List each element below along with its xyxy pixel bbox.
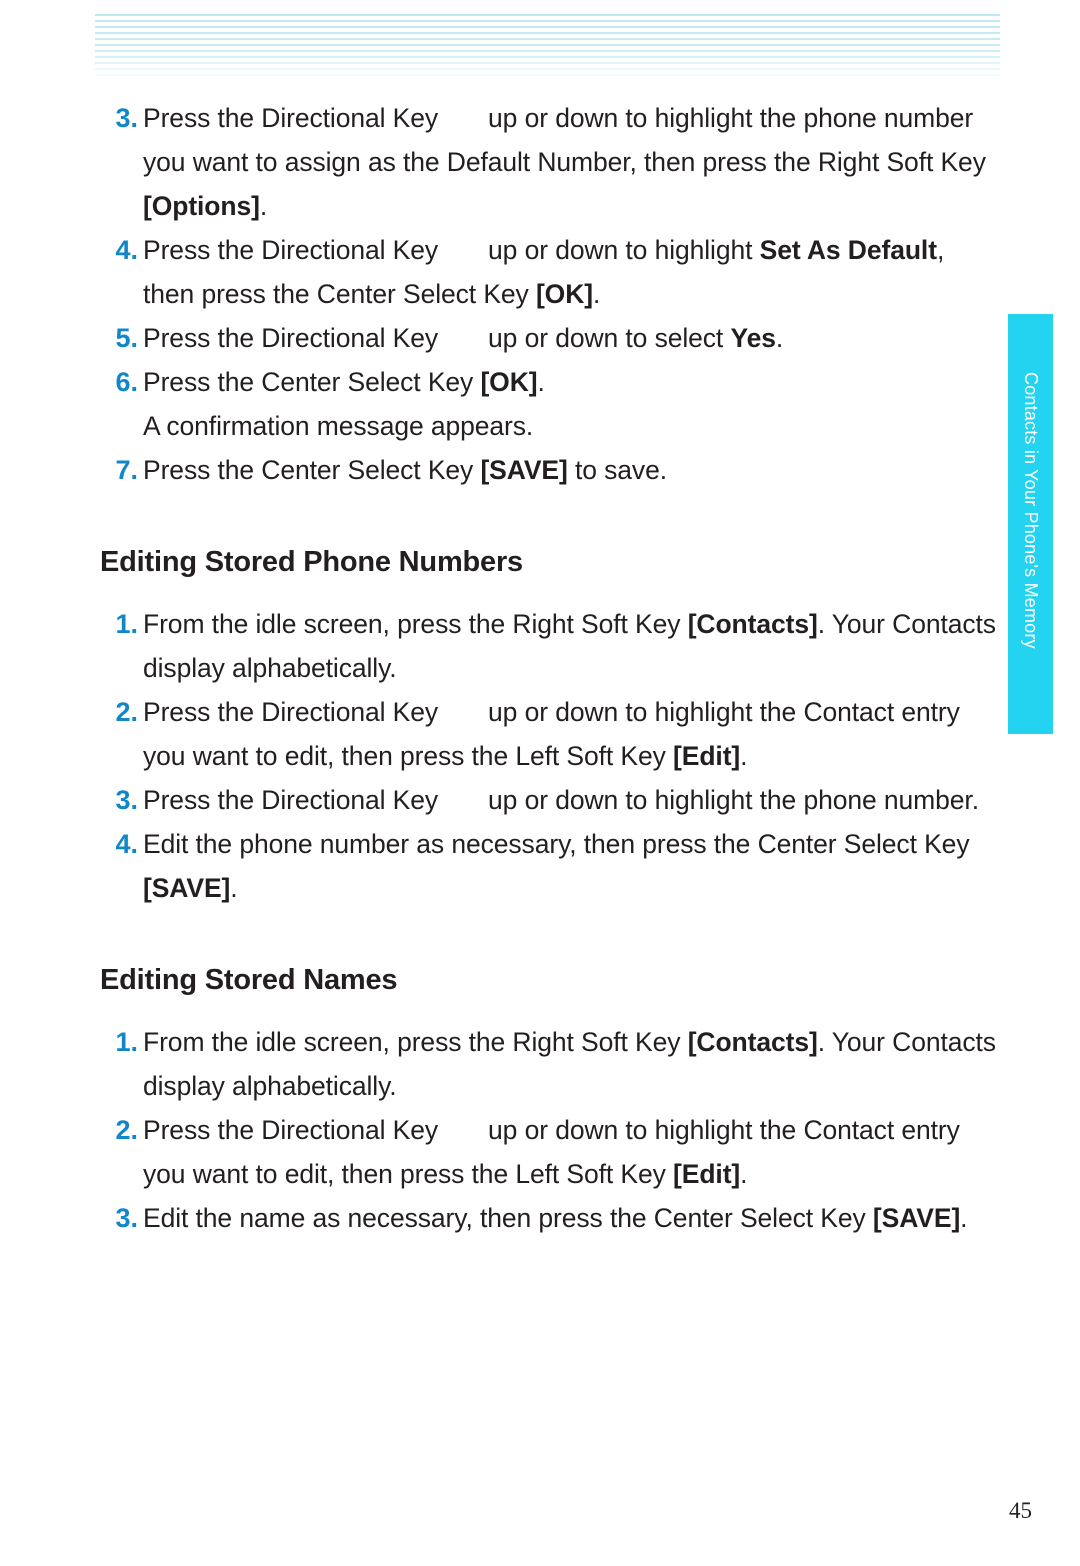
step-number: 1. <box>115 609 138 639</box>
numbered-step: 2. Press the Directional Key up or down to… <box>100 690 1000 778</box>
side-tab: Contacts in Your Phone's Memory <box>1008 314 1053 734</box>
text-run: From the idle screen, press the Right So… <box>143 1027 688 1057</box>
step-text: Press the Directional Key up or down to h… <box>143 96 1000 228</box>
step-number: 7. <box>115 455 138 485</box>
step-number: 5. <box>115 323 138 353</box>
step-text: Press the Directional Key up or down to h… <box>143 778 1000 822</box>
step-text: From the idle screen, press the Right So… <box>143 1020 1000 1108</box>
step-text: Press the Directional Key up or down to h… <box>143 690 1000 778</box>
step-number: 3. <box>115 785 138 815</box>
top-decorative-band <box>95 14 1000 76</box>
numbered-step: 7. Press the Center Select Key [SAVE] to … <box>100 448 1000 492</box>
text-run: Press the Directional Key <box>143 323 439 353</box>
step-number: 2. <box>115 697 138 727</box>
key-label: [Edit] <box>673 741 741 771</box>
text-run: A confirmation message appears. <box>143 411 534 441</box>
text-run: up or down to select <box>488 323 731 353</box>
numbered-step: 1. From the idle screen, press the Right … <box>100 1020 1000 1108</box>
side-tab-label: Contacts in Your Phone's Memory <box>1021 372 1041 649</box>
step-number: 2. <box>115 1115 138 1145</box>
heading-spacer <box>100 584 1000 602</box>
step-text: Press the Directional Key up or down to h… <box>143 1108 1000 1196</box>
step-number: 4. <box>115 829 138 859</box>
text-run: Press the Directional Key <box>143 103 439 133</box>
step-text: Press the Directional Key up or down to s… <box>143 316 1000 360</box>
key-label: [OK] <box>480 367 538 397</box>
numbered-step: 2. Press the Directional Key up or down to… <box>100 1108 1000 1196</box>
text-run: . <box>775 323 784 353</box>
text-run: Press the Directional Key <box>143 697 439 727</box>
document-content: 3. Press the Directional Key up or down to… <box>100 96 1000 1240</box>
key-label: [Contacts] <box>687 1027 818 1057</box>
step-text: Press the Center Select Key [OK]. <box>143 360 1000 404</box>
document-page: Contacts in Your Phone's Memory 3. Press … <box>0 0 1080 1566</box>
step-text: Press the Center Select Key [SAVE] to sa… <box>143 448 1000 492</box>
step-text: A confirmation message appears. <box>143 404 1000 448</box>
text-run: up or down to highlight the phone number… <box>488 785 979 815</box>
text-run: Press the Center Select Key <box>143 367 481 397</box>
numbered-step: 3. Press the Directional Key up or down to… <box>100 778 1000 822</box>
numbered-step: 5. Press the Directional Key up or down to… <box>100 316 1000 360</box>
section-heading: Editing Stored Names <box>100 964 398 996</box>
text-run: . <box>960 1203 968 1233</box>
section-heading: Editing Stored Phone Numbers <box>100 546 523 578</box>
key-label: Yes <box>730 323 776 353</box>
numbered-step: 6. Press the Center Select Key [OK]. <box>100 360 1000 404</box>
text-run: Press the Directional Key <box>143 785 439 815</box>
text-run: . <box>230 873 238 903</box>
step-number: 6. <box>115 367 138 397</box>
page-number: 45 <box>1009 1498 1032 1523</box>
text-run: . <box>537 367 545 397</box>
key-label: Set As Default <box>759 235 937 265</box>
step-number: 3. <box>115 103 138 133</box>
numbered-step: 1. From the idle screen, press the Right … <box>100 602 1000 690</box>
text-run: Edit the phone number as necessary, then… <box>143 829 970 859</box>
step-number: 1. <box>115 1027 138 1057</box>
heading-spacer <box>100 1002 1000 1020</box>
step-text: Press the Directional Key up or down to h… <box>143 228 1000 316</box>
text-run: Edit the name as necessary, then press t… <box>143 1203 873 1233</box>
text-run: . <box>740 1159 748 1189</box>
text-run: . <box>592 279 601 309</box>
key-label: [SAVE] <box>143 873 231 903</box>
text-run: up or down to highlight <box>488 235 760 265</box>
step-text: Edit the name as necessary, then press t… <box>143 1196 1000 1240</box>
text-run: From the idle screen, press the Right So… <box>143 609 688 639</box>
numbered-step: 3. Press the Directional Key up or down to… <box>100 96 1000 228</box>
text-run: Press the Center Select Key <box>143 455 481 485</box>
key-label: [Edit] <box>673 1159 741 1189</box>
key-label: [SAVE] <box>872 1203 961 1233</box>
key-label: [OK] <box>535 279 593 309</box>
text-run: Press the Directional Key <box>143 1115 439 1145</box>
key-label: [SAVE] <box>480 455 568 485</box>
step-text: From the idle screen, press the Right So… <box>143 602 1000 690</box>
step-number: 3. <box>115 1203 138 1233</box>
numbered-step: 4. Press the Directional Key up or down to… <box>100 228 1000 316</box>
text-run: . <box>740 741 748 771</box>
key-label: [Contacts] <box>687 609 818 639</box>
numbered-step: 4. Edit the phone number as necessary, th… <box>100 822 1000 910</box>
text-run: Press the Directional Key <box>143 235 439 265</box>
numbered-step: 3. Edit the name as necessary, then press… <box>100 1196 1000 1240</box>
text-run: to save. <box>567 455 667 485</box>
text-run: . <box>259 191 268 221</box>
numbered-step: A confirmation message appears. <box>100 404 1000 448</box>
step-number: 4. <box>115 235 138 265</box>
key-label: [Options] <box>143 191 260 221</box>
step-text: Edit the phone number as necessary, then… <box>143 822 1000 910</box>
